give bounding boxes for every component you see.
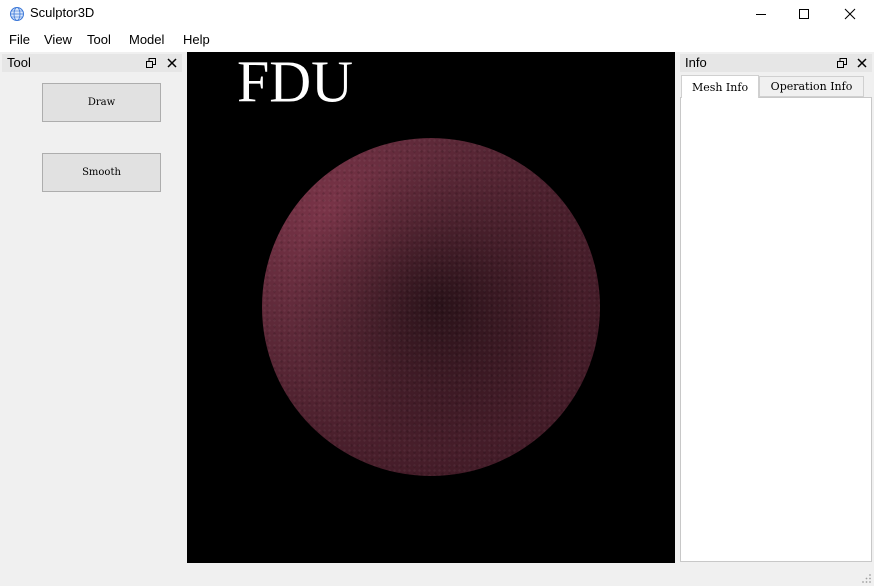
float-icon[interactable] xyxy=(146,58,156,68)
mesh-info-pane xyxy=(680,97,872,562)
menu-file[interactable]: File xyxy=(9,32,30,47)
menu-model[interactable]: Model xyxy=(129,32,164,47)
status-bar xyxy=(0,566,874,586)
float-icon[interactable] xyxy=(837,58,847,68)
maximize-icon xyxy=(799,9,809,19)
tab-operation-info[interactable]: Operation Info xyxy=(759,76,864,97)
3d-viewport[interactable]: FDU xyxy=(187,52,675,563)
maximize-button[interactable] xyxy=(781,0,827,28)
minimize-icon xyxy=(756,14,766,15)
menu-view[interactable]: View xyxy=(44,32,72,47)
close-icon[interactable] xyxy=(166,57,178,69)
smooth-button[interactable]: Smooth xyxy=(42,153,161,192)
menu-tool[interactable]: Tool xyxy=(87,32,111,47)
info-dock-title: Info xyxy=(685,55,707,70)
info-dock-header[interactable]: Info xyxy=(680,54,872,72)
menu-help[interactable]: Help xyxy=(183,32,210,47)
draw-button[interactable]: Draw xyxy=(42,83,161,122)
sphere-mesh[interactable] xyxy=(262,138,600,476)
viewport-overlay-text: FDU xyxy=(237,52,354,115)
tool-dock: Tool Draw Smooth xyxy=(0,52,184,566)
minimize-button[interactable] xyxy=(738,0,784,28)
tab-mesh-info[interactable]: Mesh Info xyxy=(681,75,759,98)
menu-bar: File View Tool Model Help xyxy=(0,28,874,52)
close-icon[interactable] xyxy=(856,57,868,69)
close-icon xyxy=(844,8,856,20)
title-bar: Sculptor3D xyxy=(0,0,874,28)
tool-dock-header[interactable]: Tool xyxy=(2,54,182,72)
window-title: Sculptor3D xyxy=(30,5,95,20)
globe-icon xyxy=(10,7,24,21)
sphere-texture xyxy=(262,138,600,476)
info-dock: Info Mesh Info Operation Info xyxy=(678,52,874,566)
tool-dock-title: Tool xyxy=(7,55,31,70)
resize-grip-icon[interactable] xyxy=(860,572,872,584)
close-button[interactable] xyxy=(827,0,873,28)
